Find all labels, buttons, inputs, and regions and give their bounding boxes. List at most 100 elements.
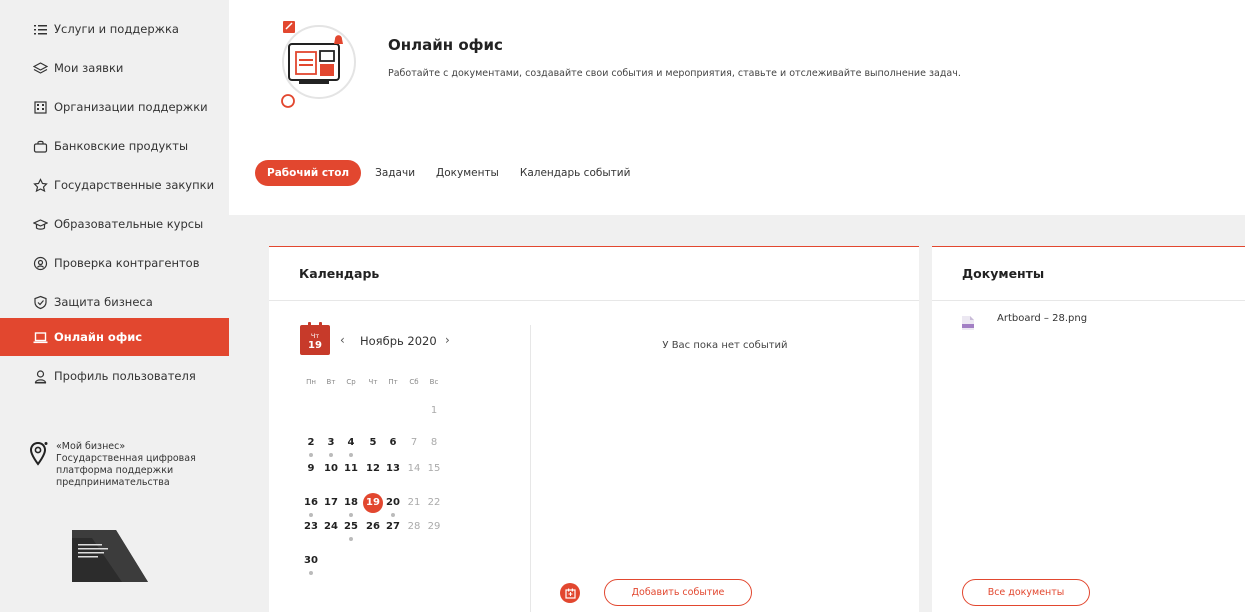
calendar-day[interactable]: 2 [300, 433, 322, 457]
event-dot-icon [309, 453, 313, 457]
document-item[interactable]: Artboard – 28.png [962, 313, 1087, 330]
calendar-day[interactable]: 14 [403, 459, 425, 479]
sidebar-item-search-badge[interactable]: Проверка контрагентов [0, 244, 229, 282]
shield-icon [33, 295, 48, 310]
event-dot-icon [309, 571, 313, 575]
calendar-day[interactable]: 21 [403, 493, 425, 513]
chevron-left-icon[interactable]: ‹ [340, 333, 345, 347]
calendar-day[interactable]: 23 [300, 517, 322, 537]
calendar-day[interactable]: 10 [320, 459, 342, 479]
sidebar-item-shield[interactable]: Защита бизнеса [0, 283, 229, 321]
sidebar-item-laptop[interactable]: Онлайн офис [0, 318, 229, 356]
calendar-day[interactable]: 8 [423, 433, 445, 453]
calendar-day[interactable]: 27 [382, 517, 404, 537]
sidebar-item-list[interactable]: Услуги и поддержка [0, 10, 229, 48]
calendar-day[interactable]: 17 [320, 493, 342, 513]
calendar-day[interactable]: 18 [340, 493, 362, 517]
calendar-day-number: 7 [410, 437, 418, 448]
calendar-month-label: Ноябрь 2020 [360, 334, 437, 348]
calendar-day[interactable]: 16 [300, 493, 322, 517]
calendar-day-number: 17 [324, 497, 338, 508]
emblem-icon [33, 177, 48, 193]
sidebar-item-user[interactable]: Профиль пользователя [0, 357, 229, 395]
calendar-day[interactable]: 20 [382, 493, 404, 517]
calendar-day[interactable]: 11 [340, 459, 362, 479]
calendar-day-number: 21 [407, 497, 421, 508]
calendar-day-number: 11 [344, 463, 358, 474]
calendar-day-number: 9 [307, 463, 315, 474]
sidebar-item-building[interactable]: Организации поддержки [0, 88, 229, 126]
calendar-ring-icon [308, 322, 311, 328]
no-events-message: У Вас пока нет событий [662, 340, 788, 351]
sidebar-item-label: Организации поддержки [54, 100, 208, 114]
calendar-day[interactable]: 30 [300, 551, 322, 575]
calendar-day[interactable]: 26 [362, 517, 384, 537]
sidebar-item-bag[interactable]: Банковские продукты [0, 127, 229, 165]
tab-3[interactable]: Календарь событий [513, 160, 638, 186]
sidebar-item-emblem[interactable]: Государственные закупки [0, 166, 229, 204]
calendar-day[interactable]: 4 [340, 433, 362, 457]
sidebar-item-graduation-cap[interactable]: Образовательные курсы [0, 205, 229, 243]
calendar-day-number: 22 [427, 497, 441, 508]
platform-line-4: предпринимательства [56, 477, 170, 488]
calendar-day[interactable]: 22 [423, 493, 445, 513]
sidebar-item-layers[interactable]: Мои заявки [0, 49, 229, 87]
all-documents-button[interactable]: Все документы [962, 579, 1090, 606]
chevron-right-icon[interactable]: › [445, 333, 450, 347]
laptop-icon [33, 330, 48, 345]
calendar-day-today[interactable]: 19 [362, 493, 384, 513]
calendar-day-number: 16 [304, 497, 318, 508]
building-icon [33, 100, 48, 115]
calendar-day[interactable]: 25 [340, 517, 362, 541]
calendar-day-number: 6 [389, 437, 397, 448]
divider [530, 325, 531, 612]
page-header: Онлайн офис Работайте с документами, соз… [229, 0, 1245, 215]
sidebar-item-label: Проверка контрагентов [54, 256, 200, 270]
tab-2[interactable]: Документы [429, 160, 506, 186]
calendar-day[interactable]: 12 [362, 459, 384, 479]
calendar-day-number: 27 [386, 521, 400, 532]
calendar-day[interactable]: 28 [403, 517, 425, 537]
calendar-day-number: 29 [427, 521, 441, 532]
weekday-label: Пн [306, 378, 316, 386]
calendar-day[interactable]: 24 [320, 517, 342, 537]
calendar-add-icon[interactable] [560, 583, 580, 603]
graduation-cap-icon [33, 217, 48, 232]
calendar-day-number: 12 [366, 463, 380, 474]
add-event-button[interactable]: Добавить событие [604, 579, 752, 606]
bag-icon [33, 139, 48, 154]
today-weekday: Чт [310, 332, 320, 340]
image-file-icon [962, 316, 974, 330]
weekday-label: Вс [429, 378, 439, 386]
sidebar-item-label: Банковские продукты [54, 139, 189, 153]
calendar-day-number: 19 [366, 497, 380, 508]
sidebar-item-label: Онлайн офис [54, 330, 143, 344]
online-office-illustration-icon [281, 21, 356, 108]
calendar-day-number: 23 [304, 521, 318, 532]
calendar-day-number: 2 [307, 437, 315, 448]
calendar-day[interactable]: 9 [300, 459, 322, 479]
platform-line-1: «Мой бизнес» [56, 441, 126, 452]
weekday-label: Чт [368, 378, 378, 386]
calendar-day-number: 30 [304, 555, 318, 566]
sidebar-item-label: Образовательные курсы [54, 217, 204, 231]
calendar-day[interactable]: 5 [362, 433, 384, 453]
calendar-day[interactable]: 7 [403, 433, 425, 453]
document-name: Artboard – 28.png [997, 313, 1088, 324]
calendar-day[interactable]: 13 [382, 459, 404, 479]
documents-card-title: Документы [932, 247, 1245, 301]
calendar-day[interactable]: 6 [382, 433, 404, 453]
calendar-day[interactable]: 3 [320, 433, 342, 457]
calendar-day-number: 26 [366, 521, 380, 532]
calendar-day-number: 13 [386, 463, 400, 474]
calendar-day[interactable]: 1 [423, 401, 445, 421]
platform-line-3: платформа поддержки [56, 465, 174, 476]
calendar-day[interactable]: 15 [423, 459, 445, 479]
calendar-day-number: 18 [344, 497, 358, 508]
calendar-day-number: 8 [430, 437, 438, 448]
documents-card: Документы Artboard – 28.png Все документ… [932, 246, 1245, 612]
tab-1[interactable]: Задачи [368, 160, 422, 186]
tab-0[interactable]: Рабочий стол [255, 160, 362, 186]
calendar-day[interactable]: 29 [423, 517, 445, 537]
calendar-day-number: 1 [430, 405, 438, 416]
